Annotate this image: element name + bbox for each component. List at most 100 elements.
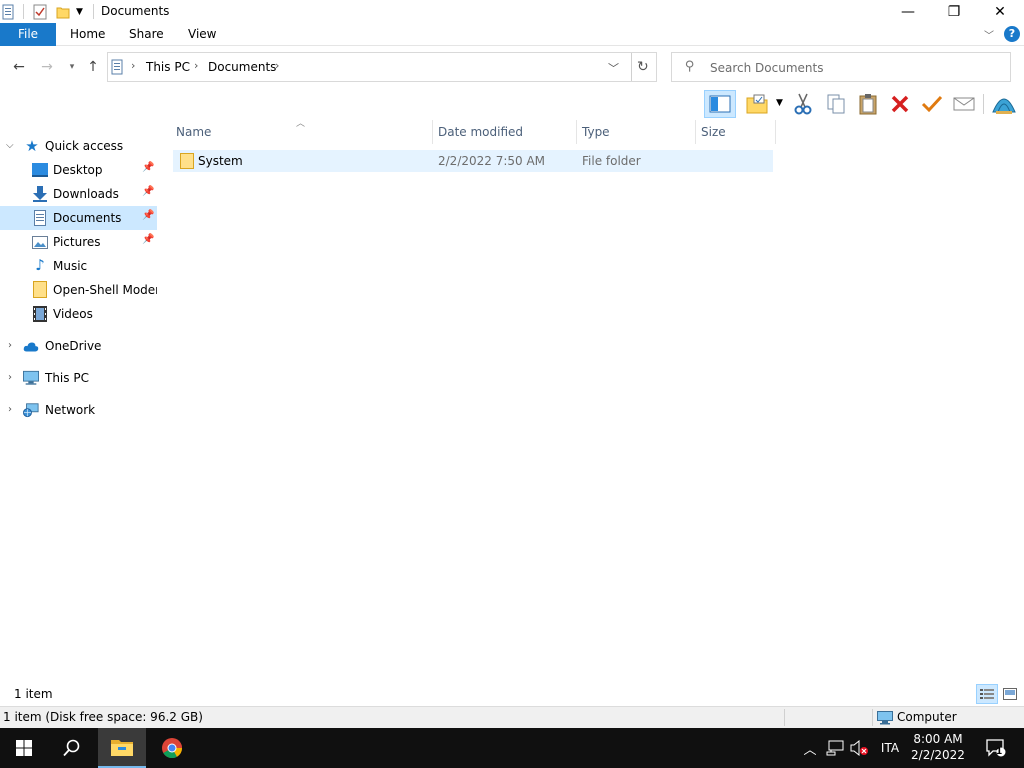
properties-check-icon[interactable] (33, 3, 47, 21)
downloads-icon (32, 186, 48, 202)
folder-icon (32, 280, 48, 298)
restore-button[interactable]: ❐ (931, 0, 977, 23)
file-name: System (198, 154, 243, 168)
nav-item-label: Open-Shell Modern (53, 283, 157, 297)
copy-icon[interactable] (822, 90, 850, 118)
ribbon-tabs: File Home Share View ﹀ ? (0, 23, 1024, 46)
expand-ribbon-chevron-icon[interactable]: ﹀ (984, 27, 994, 42)
properties-icon[interactable] (2, 3, 14, 21)
nav-item-pictures[interactable]: Pictures 📌 (0, 230, 157, 254)
clock-date: 2/2/2022 (911, 748, 965, 762)
nav-quick-access-label: Quick access (45, 139, 124, 153)
nav-item-documents[interactable]: Documents 📌 (0, 206, 157, 230)
address-bar[interactable]: › This PC › Documents › ﹀ ↻ (107, 52, 657, 82)
network-status-icon[interactable] (823, 728, 847, 768)
tab-home[interactable]: Home (62, 23, 113, 46)
window-title: Documents (101, 4, 170, 18)
taskbar-chrome[interactable] (148, 728, 196, 768)
nav-network[interactable]: Network (0, 398, 157, 422)
nav-item-desktop[interactable]: Desktop 📌 (0, 158, 157, 182)
nav-item-label: Documents (53, 211, 122, 225)
status-bar: 1 item (Disk free space: 96.2 GB) Comput… (0, 706, 1024, 728)
navigation-pane-toggle-icon[interactable] (704, 90, 736, 118)
input-language[interactable]: ITA (876, 728, 904, 768)
up-arrow-icon[interactable]: ↑ (84, 58, 102, 76)
search-button[interactable] (48, 728, 96, 768)
nav-onedrive[interactable]: OneDrive (0, 334, 157, 358)
breadcrumb-chevron-icon[interactable]: › (194, 59, 198, 72)
search-icon (63, 739, 80, 757)
status-details: 1 item (Disk free space: 96.2 GB) (3, 710, 203, 724)
column-header-size[interactable]: Size (695, 120, 775, 144)
back-arrow-icon[interactable]: ← (10, 58, 28, 76)
paste-icon[interactable] (854, 90, 882, 118)
nav-item-music[interactable]: ♪ Music (0, 254, 157, 278)
status-row: 1 item (0, 684, 1024, 706)
nav-item-videos[interactable]: Videos (0, 302, 157, 326)
column-header-type[interactable]: Type (576, 120, 695, 144)
open-shell-settings-icon[interactable] (990, 90, 1018, 118)
recent-locations-chevron-icon[interactable]: ▾ (63, 58, 81, 76)
network-icon (23, 402, 39, 418)
breadcrumb-this-pc[interactable]: This PC (146, 60, 190, 74)
minimize-button[interactable]: — (885, 0, 931, 23)
nav-item-label: Desktop (53, 163, 103, 177)
column-header-date-modified[interactable]: Date modified (432, 120, 576, 144)
start-button[interactable] (0, 728, 48, 768)
email-icon[interactable] (950, 90, 978, 118)
computer-icon (23, 370, 39, 386)
title-divider (93, 4, 94, 19)
tab-view[interactable]: View (180, 23, 224, 46)
refresh-icon[interactable]: ↻ (637, 59, 649, 75)
folder-options-icon[interactable] (744, 90, 772, 118)
star-icon: ★ (25, 137, 39, 155)
taskbar-clock[interactable]: 8:00 AM 2/2/2022 (908, 730, 968, 766)
delete-icon[interactable] (886, 90, 914, 118)
help-icon[interactable]: ? (1004, 26, 1020, 42)
search-box[interactable]: ⚲ (671, 52, 1011, 82)
column-divider[interactable] (775, 120, 776, 144)
status-location: Computer (897, 710, 957, 724)
address-dropdown-chevron-icon[interactable]: ﹀ (608, 60, 619, 76)
file-explorer-icon (111, 740, 133, 756)
folder-options-chevron-icon[interactable]: ▼ (776, 98, 783, 108)
customize-qa-chevron-icon[interactable]: ▼ (76, 3, 83, 21)
volume-muted-icon[interactable] (848, 728, 870, 768)
action-center-button[interactable]: 1 (976, 728, 1016, 768)
file-type: File folder (582, 154, 641, 168)
cloud-icon (23, 339, 39, 355)
breadcrumb-documents[interactable]: Documents (208, 60, 276, 74)
details-view-icon[interactable] (976, 684, 998, 704)
pin-icon: 📌 (142, 162, 155, 173)
status-divider (784, 709, 785, 726)
nav-quick-access[interactable]: ★ Quick access (0, 134, 157, 158)
column-header-name[interactable]: Name (170, 120, 432, 144)
tab-share[interactable]: Share (121, 23, 172, 46)
taskbar-file-explorer[interactable] (98, 728, 146, 768)
search-input[interactable] (710, 59, 1000, 77)
file-date-modified: 2/2/2022 7:50 AM (438, 154, 546, 168)
nav-this-pc[interactable]: This PC (0, 366, 157, 390)
classic-toolbar: ▼ (0, 88, 1024, 120)
nav-item-open-shell-modern[interactable]: Open-Shell Modern (0, 278, 157, 302)
nav-item-downloads[interactable]: Downloads 📌 (0, 182, 157, 206)
properties-checkmark-icon[interactable] (918, 90, 946, 118)
file-list: ︿ Name Date modified Type Size System 2/… (170, 119, 1024, 680)
breadcrumb-chevron-icon[interactable]: › (275, 59, 279, 72)
forward-arrow-icon[interactable]: → (38, 58, 56, 76)
new-folder-icon[interactable] (56, 3, 70, 21)
cut-icon[interactable] (789, 90, 817, 118)
pictures-icon (32, 234, 48, 250)
taskbar: ︿ ITA 8:00 AM 2/2/2022 1 (0, 728, 1024, 768)
table-row[interactable]: System 2/2/2022 7:50 AM File folder (173, 150, 773, 172)
large-icons-view-icon[interactable] (1000, 684, 1020, 704)
show-hidden-icons-chevron-icon[interactable]: ︿ (800, 728, 820, 768)
videos-icon (32, 306, 48, 322)
nav-root-label: OneDrive (45, 339, 102, 353)
close-button[interactable]: ✕ (977, 0, 1023, 23)
folder-icon (180, 153, 194, 172)
breadcrumb-chevron-icon[interactable]: › (131, 59, 135, 72)
navigation-pane: ⌵ ★ Quick access Desktop 📌 Downloads 📌 D… (0, 120, 160, 680)
pin-icon: 📌 (142, 210, 155, 221)
tab-file[interactable]: File (0, 23, 56, 46)
